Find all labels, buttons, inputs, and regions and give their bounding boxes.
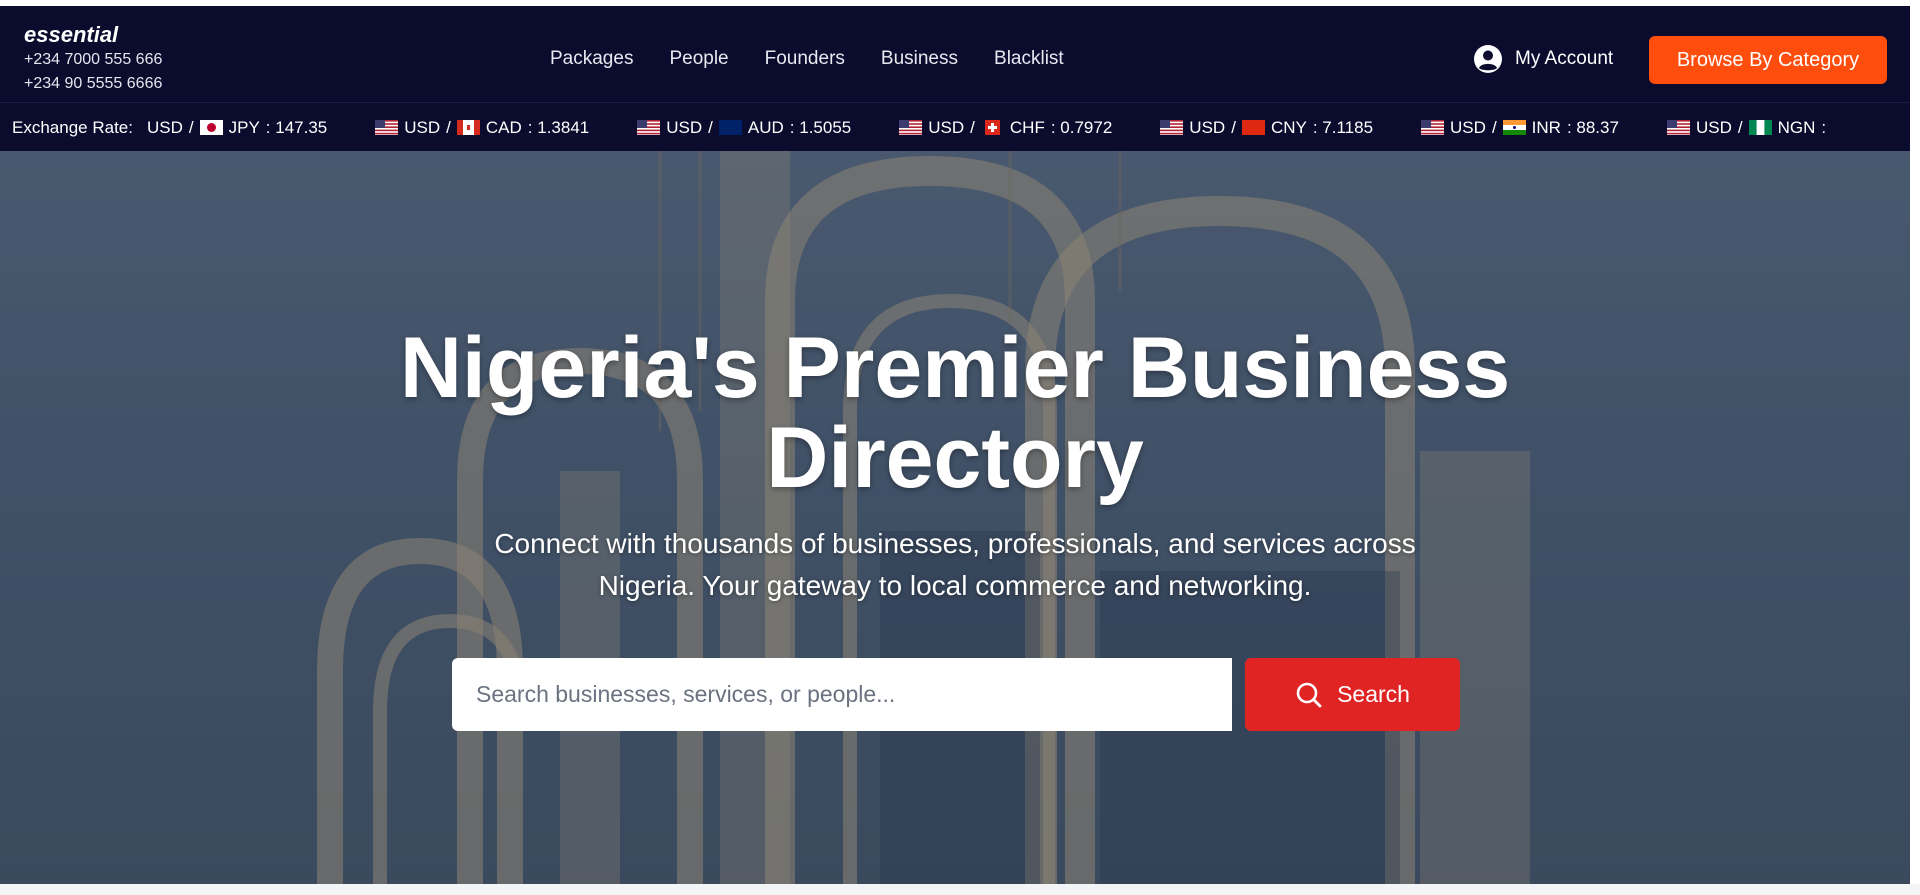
hero-title-line2: Directory (766, 410, 1144, 506)
rate-usd-jpy: USD / JPY : 147.35 (147, 118, 327, 138)
us-flag-icon (1421, 120, 1445, 135)
canada-flag-icon (456, 120, 480, 135)
rate-usd-inr: USD / INR : 88.37 (1421, 118, 1619, 138)
japan-flag-icon (199, 120, 223, 135)
user-circle-icon (1474, 45, 1502, 73)
rate-value: : 1.5055 (789, 117, 852, 137)
search-button[interactable]: Search (1245, 658, 1460, 731)
rate-separator: / (1231, 117, 1236, 137)
hero-overlay (0, 151, 1910, 884)
rate-separator: / (970, 117, 975, 137)
rate-separator: / (1491, 117, 1497, 137)
rate-value: : 1.3841 (527, 117, 590, 137)
my-account-link[interactable]: My Account (1473, 44, 1613, 74)
scrollbar-track[interactable] (1910, 6, 1920, 884)
rate-usd-aud: USD / AUD : 1.5055 (637, 118, 851, 138)
hero-subtitle-line2: Nigeria. Your gateway to local commerce … (598, 570, 1312, 601)
us-flag-icon (1666, 120, 1690, 135)
search-icon (1296, 682, 1322, 707)
rate-quote: JPY (228, 117, 260, 137)
us-flag-icon (899, 120, 923, 135)
my-account-label: My Account (1515, 48, 1614, 69)
nav-business[interactable]: Business (881, 48, 958, 70)
hero-title-line1: Nigeria's Premier Business (399, 320, 1511, 416)
us-flag-icon (375, 120, 399, 135)
rate-usd-chf: USD / CHF : 0.7972 (899, 118, 1112, 138)
brand-block: essential +234 7000 555 666 +234 90 5555… (24, 22, 162, 96)
rate-quote: CNY (1270, 117, 1307, 137)
india-flag-icon (1502, 120, 1526, 135)
nav-people[interactable]: People (669, 48, 728, 70)
rate-value: : 88.37 (1566, 117, 1619, 137)
exchange-rate-ticker: Exchange Rate: USD / JPY : 147.35 USD / (0, 102, 1910, 151)
switzerland-flag-icon (984, 120, 1000, 135)
hero-section: Nigeria's Premier Business Directory Con… (0, 151, 1910, 884)
rate-quote: AUD (747, 117, 784, 137)
rate-quote: NGN (1777, 117, 1816, 137)
rate-separator: / (446, 117, 451, 137)
hero-title: Nigeria's Premier Business Directory (300, 323, 1610, 503)
us-flag-icon (1160, 120, 1184, 135)
phone-number-1[interactable]: +234 7000 555 666 (24, 48, 162, 72)
ticker-label: Exchange Rate: (12, 117, 133, 137)
rate-base: USD (146, 117, 183, 137)
rate-usd-cad: USD / CAD : 1.3841 (375, 118, 589, 138)
nav-blacklist[interactable]: Blacklist (994, 48, 1064, 70)
brand-logo[interactable]: essential (24, 22, 162, 48)
ticker-track: Exchange Rate: USD / JPY : 147.35 USD / (12, 103, 1874, 151)
rate-quote: INR (1531, 117, 1561, 137)
rate-quote: CAD (485, 117, 522, 137)
australia-flag-icon (718, 120, 742, 135)
browse-by-category-button[interactable]: Browse By Category (1649, 36, 1887, 84)
rate-base: USD (1189, 117, 1226, 137)
rate-usd-ngn: USD / NGN : (1666, 117, 1827, 138)
rate-base: USD (1450, 117, 1486, 137)
rate-separator: / (188, 117, 194, 137)
rate-base: USD (404, 117, 441, 137)
nigeria-flag-icon (1748, 120, 1772, 135)
search-input[interactable] (452, 658, 1232, 731)
rate-separator: / (1737, 117, 1743, 137)
rate-separator: / (708, 117, 713, 137)
main-nav: Packages People Founders Business Blackl… (550, 48, 1064, 70)
china-flag-icon (1241, 120, 1265, 135)
rate-value: : 147.35 (265, 117, 328, 137)
search-button-label: Search (1337, 681, 1410, 707)
rate-value: : (1821, 117, 1827, 137)
site-header: essential +234 7000 555 666 +234 90 5555… (0, 6, 1910, 102)
phone-number-2[interactable]: +234 90 5555 6666 (24, 72, 162, 96)
rate-quote: CHF (1009, 117, 1045, 137)
bottom-strip (0, 884, 1920, 895)
nav-founders[interactable]: Founders (765, 48, 845, 70)
rate-base: USD (666, 117, 703, 137)
rate-base: USD (928, 117, 965, 137)
rate-usd-cny: USD / CNY : 7.1185 (1160, 118, 1373, 138)
rate-base: USD (1695, 117, 1732, 137)
us-flag-icon (637, 120, 661, 135)
nav-packages[interactable]: Packages (550, 48, 633, 70)
rate-value: : 7.1185 (1312, 117, 1374, 137)
hero-subtitle: Connect with thousands of businesses, pr… (420, 523, 1490, 607)
hero-subtitle-line1: Connect with thousands of businesses, pr… (494, 528, 1416, 559)
rate-value: : 0.7972 (1050, 117, 1113, 137)
